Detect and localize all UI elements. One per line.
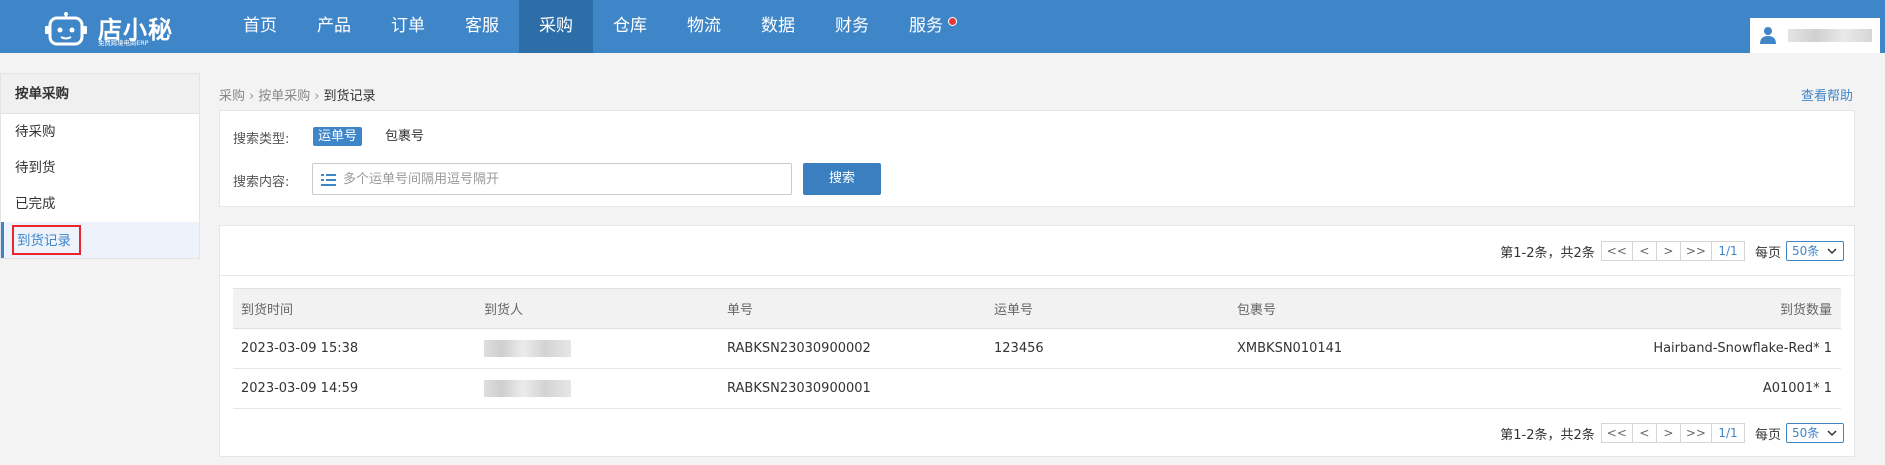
cell-arrival-quantity: Hairband-Snowflake-Red* 1	[1472, 328, 1841, 369]
breadcrumb-separator: ›	[249, 89, 255, 104]
page-indicator[interactable]: 1/1	[1710, 423, 1745, 443]
sidebar-item-completed[interactable]: 已完成	[1, 186, 199, 222]
nav-warehouse[interactable]: 仓库	[593, 0, 667, 53]
col-order-number: 单号	[719, 288, 986, 329]
sidebar: 按单采购 待采购 待到货 已完成 到货记录	[0, 73, 200, 259]
search-type-package[interactable]: 包裹号	[385, 127, 424, 146]
breadcrumb-purchasing[interactable]: 采购	[219, 89, 245, 104]
last-page-button[interactable]: >>	[1679, 423, 1712, 443]
brand-tagline: 免费跨境电商ERP	[98, 38, 149, 47]
per-page-value: 50条	[1792, 426, 1820, 440]
results-panel: 第1-2条，共2条 << < > >> 1/1 每页 50条 到货时间 到货人 …	[219, 225, 1855, 457]
cell-arrival-quantity: A01001* 1	[1472, 368, 1841, 409]
cell-arrival-time: 2023-03-09 14:59	[233, 368, 476, 409]
nav-home[interactable]: 首页	[223, 0, 297, 53]
table-row: 2023-03-09 14:59 RABKSN23030900001 A0100…	[233, 368, 1841, 409]
breadcrumb-order-purchase[interactable]: 按单采购	[258, 89, 310, 104]
per-page-label: 每页	[1754, 427, 1781, 443]
first-page-button[interactable]: <<	[1600, 423, 1633, 443]
user-menu[interactable]	[1750, 18, 1880, 53]
arrival-records-table: 到货时间 到货人 单号 运单号 包裹号 到货数量 2023-03-09 15:3…	[233, 288, 1841, 409]
next-page-button[interactable]: >	[1655, 241, 1681, 261]
top-bar: 店小秘 免费跨境电商ERP 首页 产品 订单 客服 采购 仓库 物流 数据 财务…	[0, 0, 1885, 53]
pager-bottom: 第1-2条，共2条 << < > >> 1/1 每页 50条	[1500, 423, 1844, 443]
nav-logistics[interactable]: 物流	[667, 0, 741, 53]
notification-dot	[948, 17, 957, 26]
search-type-tracking[interactable]: 运单号	[313, 127, 363, 146]
per-page-label: 每页	[1754, 245, 1781, 261]
user-name-redacted	[1788, 29, 1872, 42]
search-button[interactable]: 搜索	[803, 163, 881, 195]
nav-customer-service[interactable]: 客服	[445, 0, 519, 53]
prev-page-button[interactable]: <	[1631, 423, 1657, 443]
sidebar-item-arrival-records[interactable]: 到货记录	[1, 222, 199, 258]
nav-products[interactable]: 产品	[297, 0, 371, 53]
per-page-value: 50条	[1792, 244, 1820, 258]
per-page-select[interactable]: 50条	[1786, 241, 1844, 261]
search-content-label: 搜索内容:	[233, 175, 290, 190]
breadcrumb: 采购 › 按单采购 › 到货记录	[219, 85, 375, 104]
divider	[220, 275, 1854, 276]
main-nav: 首页 产品 订单 客服 采购 仓库 物流 数据 财务 服务	[223, 0, 963, 53]
prev-page-button[interactable]: <	[1631, 241, 1657, 261]
cell-tracking-number: 123456	[986, 328, 1229, 369]
breadcrumb-separator: ›	[314, 89, 320, 104]
breadcrumb-current: 到货记录	[323, 89, 376, 104]
sidebar-item-label: 到货记录	[12, 225, 81, 255]
search-type-label: 搜索类型:	[233, 132, 290, 147]
logo[interactable]: 店小秘 免费跨境电商ERP	[44, 6, 174, 48]
cell-package-number	[1229, 368, 1472, 409]
pager-info: 第1-2条，共2条	[1500, 245, 1595, 261]
sidebar-title: 按单采购	[1, 74, 199, 114]
col-package-number: 包裹号	[1229, 288, 1472, 329]
search-input-box[interactable]	[312, 163, 792, 195]
pager-info: 第1-2条，共2条	[1500, 427, 1595, 443]
robot-logo-icon	[45, 12, 87, 46]
chevron-down-icon	[1827, 248, 1837, 255]
cell-package-number: XMBKSN010141	[1229, 328, 1472, 369]
cell-arrival-time: 2023-03-09 15:38	[233, 328, 476, 369]
nav-orders[interactable]: 订单	[371, 0, 445, 53]
cell-order-number: RABKSN23030900002	[719, 328, 986, 369]
col-tracking-number: 运单号	[986, 288, 1229, 329]
next-page-button[interactable]: >	[1655, 423, 1681, 443]
receiver-redacted	[484, 340, 571, 357]
cell-tracking-number	[986, 368, 1229, 409]
chevron-down-icon	[1827, 430, 1837, 437]
user-icon	[1760, 27, 1776, 44]
pager-top: 第1-2条，共2条 << < > >> 1/1 每页 50条	[1500, 241, 1844, 261]
last-page-button[interactable]: >>	[1679, 241, 1712, 261]
sidebar-item-to-purchase[interactable]: 待采购	[1, 114, 199, 150]
search-panel: 搜索类型: 运单号 包裹号 搜索内容: 搜索	[219, 110, 1855, 207]
col-arrival-quantity: 到货数量	[1472, 288, 1841, 329]
per-page-select[interactable]: 50条	[1786, 423, 1844, 443]
table-header-row: 到货时间 到货人 单号 运单号 包裹号 到货数量	[233, 288, 1841, 329]
sidebar-item-awaiting-arrival[interactable]: 待到货	[1, 150, 199, 186]
col-receiver: 到货人	[476, 288, 719, 329]
cell-receiver	[476, 368, 719, 409]
nav-services[interactable]: 服务	[889, 0, 963, 53]
cell-order-number: RABKSN23030900001	[719, 368, 986, 409]
col-arrival-time: 到货时间	[233, 288, 476, 329]
table-row: 2023-03-09 15:38 RABKSN23030900002 12345…	[233, 328, 1841, 369]
cell-receiver	[476, 328, 719, 369]
first-page-button[interactable]: <<	[1600, 241, 1633, 261]
page-indicator[interactable]: 1/1	[1710, 241, 1745, 261]
nav-finance[interactable]: 财务	[815, 0, 889, 53]
receiver-redacted	[484, 380, 571, 397]
nav-purchasing[interactable]: 采购	[519, 0, 593, 53]
nav-data[interactable]: 数据	[741, 0, 815, 53]
help-link[interactable]: 查看帮助	[1801, 85, 1853, 104]
search-input[interactable]	[343, 164, 783, 194]
list-icon	[321, 174, 336, 186]
